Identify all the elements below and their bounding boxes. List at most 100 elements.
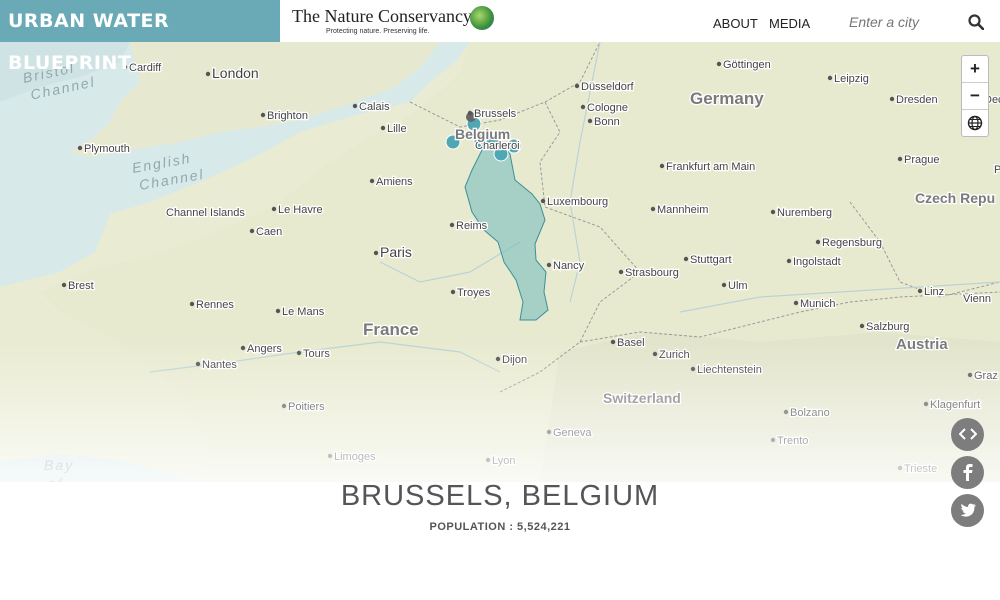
city-label: Strasbourg	[625, 267, 679, 279]
city-dot	[897, 156, 903, 162]
city-label: Göttingen	[723, 59, 771, 71]
city-dot	[271, 206, 277, 212]
city-dot	[540, 198, 546, 204]
nav-about[interactable]: ABOUT	[713, 16, 758, 31]
city-dot	[917, 288, 923, 294]
population-text: POPULATION : 5,524,221	[429, 521, 571, 533]
city-label: Amiens	[376, 176, 413, 188]
city-dot	[889, 96, 895, 102]
country-label: Germany	[690, 89, 764, 108]
city-label: Plymouth	[84, 143, 130, 155]
city-label: Caen	[256, 226, 282, 238]
city-dot	[618, 269, 624, 275]
zoom-controls: + −	[961, 55, 989, 137]
city-dot	[721, 282, 727, 288]
city-label: Prague	[904, 154, 939, 166]
search-input[interactable]	[847, 13, 961, 31]
city-label: Salzburg	[866, 321, 909, 333]
city-label: Brighton	[267, 110, 308, 122]
city-label: Stuttgart	[690, 254, 732, 266]
city-label: Frankfurt am Main	[666, 161, 755, 173]
twitter-icon	[960, 503, 976, 517]
city-dot	[352, 103, 358, 109]
city-dot	[827, 75, 833, 81]
city-title: BRUSSELS, BELGIUM	[340, 480, 660, 512]
search-icon[interactable]	[968, 14, 985, 35]
city-label: Mannheim	[657, 204, 708, 216]
city-label: Le Havre	[278, 204, 323, 216]
city-label: Ulm	[728, 280, 748, 292]
city-label: Le Mans	[282, 306, 325, 318]
city-label: Vienn	[963, 293, 991, 305]
city-label: Dresden	[896, 94, 938, 106]
basemap-button[interactable]	[962, 110, 988, 136]
twitter-button[interactable]	[951, 494, 984, 527]
map-fade	[0, 342, 1000, 482]
city-dot	[815, 239, 821, 245]
city-dot	[77, 145, 83, 151]
city-label: Rennes	[196, 299, 234, 311]
city-dot	[683, 256, 689, 262]
country-label: Czech Repu	[915, 190, 995, 206]
city-dot	[467, 110, 473, 116]
nav-media[interactable]: MEDIA	[769, 16, 810, 31]
city-dot	[793, 300, 799, 306]
city-dot	[546, 262, 552, 268]
city-label: Bonn	[594, 116, 620, 128]
city-dot	[369, 178, 375, 184]
city-label: Munich	[800, 298, 835, 310]
city-dot	[859, 323, 865, 329]
city-label: Düsseldorf	[581, 81, 635, 93]
city-dot	[650, 206, 656, 212]
city-dot	[205, 71, 211, 77]
country-label: Belgium	[455, 126, 510, 142]
city-label: Lille	[387, 123, 407, 135]
city-dot	[580, 104, 586, 110]
city-label: Linz	[924, 286, 944, 298]
city-dot	[449, 222, 455, 228]
city-dot	[786, 258, 792, 264]
city-label: Troyes	[457, 287, 491, 299]
city-dot	[770, 209, 776, 215]
map[interactable]: Cardiff London Brighton Plymouth Calais Lille…	[0, 42, 1000, 482]
city-label: Cardiff	[129, 62, 162, 74]
facebook-button[interactable]	[951, 456, 984, 489]
globe-icon	[967, 115, 983, 131]
city-label: Nuremberg	[777, 207, 832, 219]
embed-icon	[958, 428, 977, 440]
zoom-out-button[interactable]: −	[962, 83, 988, 110]
partner-tagline: Protecting nature. Preserving life.	[326, 28, 430, 35]
city-dot	[189, 301, 195, 307]
city-dot	[275, 308, 281, 314]
city-dot	[249, 228, 255, 234]
city-label: Brussels	[474, 108, 517, 120]
city-dot	[260, 112, 266, 118]
city-dot	[716, 61, 722, 67]
city-label: London	[212, 65, 259, 81]
brand-logo[interactable]: URBAN WATER BLUEPRINT	[0, 0, 280, 74]
city-label: Cologne	[587, 102, 628, 114]
city-label: Brest	[68, 280, 94, 292]
partner-logo[interactable]: The Nature Conservancy Protecting nature…	[292, 6, 472, 35]
city-dot	[587, 118, 593, 124]
city-label: Paris	[380, 244, 412, 260]
globe-logo-icon	[470, 6, 494, 30]
city-label: Regensburg	[822, 237, 882, 249]
city-dot	[450, 289, 456, 295]
header: URBAN WATER BLUEPRINT The Nature Conserv…	[0, 0, 1000, 74]
partner-name: The Nature Conservancy	[292, 6, 472, 26]
city-dot	[380, 125, 386, 131]
city-label: Reims	[456, 220, 488, 232]
zoom-in-button[interactable]: +	[962, 56, 988, 83]
city-label: Channel Islands	[166, 207, 245, 219]
city-label: Leipzig	[834, 73, 869, 85]
city-label: Nancy	[553, 260, 585, 272]
country-label: France	[363, 320, 419, 339]
embed-button[interactable]	[951, 418, 984, 451]
facebook-icon	[963, 464, 972, 481]
city-dot	[61, 282, 67, 288]
city-label: Ingolstadt	[793, 256, 841, 268]
city-label: Luxembourg	[547, 196, 608, 208]
city-label: Calais	[359, 101, 390, 113]
city-dot	[659, 163, 665, 169]
